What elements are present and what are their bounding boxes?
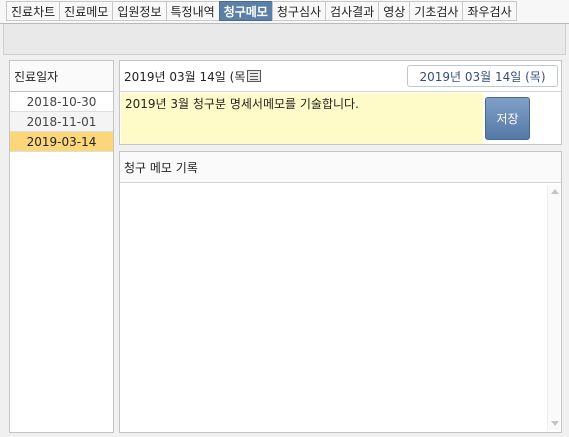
tab-claim-review[interactable]: 청구심사 [271, 1, 326, 21]
claim-memo-editor: 2019년 03월 14일 (목 2019년 03월 14일 (목) 2019년… [119, 60, 562, 145]
tab-treatment-chart[interactable]: 진료차트 [6, 1, 60, 21]
claim-memo-log: 청구 메모 기록 [119, 151, 562, 433]
date-picker-button[interactable]: 2019년 03월 14일 (목) [407, 65, 558, 87]
log-header: 청구 메모 기록 [120, 152, 561, 183]
scroll-up-icon[interactable] [551, 189, 559, 194]
tab-imaging[interactable]: 영상 [378, 1, 410, 21]
tab-admission-info[interactable]: 입원정보 [112, 1, 166, 21]
memo-text-area[interactable]: 2019년 3월 청구분 명세서메모를 기술합니다. [121, 93, 483, 144]
tab-bilateral-tests[interactable]: 좌우검사 [462, 1, 517, 21]
tab-claim-memo[interactable]: 청구메모 [218, 1, 272, 21]
log-body[interactable] [120, 183, 561, 432]
tab-treatment-memo[interactable]: 진료메모 [59, 1, 113, 21]
vertical-scrollbar[interactable] [547, 185, 560, 430]
tab-bar: 진료차트 진료메모 입원정보 특정내역 청구메모 청구심사 검사결과 영상 기초… [0, 0, 569, 24]
tab-basic-tests[interactable]: 기초검사 [409, 1, 463, 21]
treatment-date-header: 진료일자 [10, 61, 113, 92]
memo-date-label: 2019년 03월 14일 (목 [124, 69, 246, 84]
date-row[interactable]: 2018-10-30 [10, 92, 113, 112]
tab-test-results[interactable]: 검사결과 [325, 1, 379, 21]
date-row-selected[interactable]: 2019-03-14 [10, 132, 113, 152]
scroll-down-icon[interactable] [551, 421, 559, 426]
tab-special-details[interactable]: 특정내역 [165, 1, 219, 21]
treatment-date-list: 진료일자 2018-10-30 2018-11-01 2019-03-14 [9, 60, 114, 433]
toolbar [3, 24, 566, 55]
save-button[interactable]: 저장 [485, 97, 530, 140]
calendar-icon[interactable] [247, 70, 262, 82]
date-row[interactable]: 2018-11-01 [10, 112, 113, 132]
